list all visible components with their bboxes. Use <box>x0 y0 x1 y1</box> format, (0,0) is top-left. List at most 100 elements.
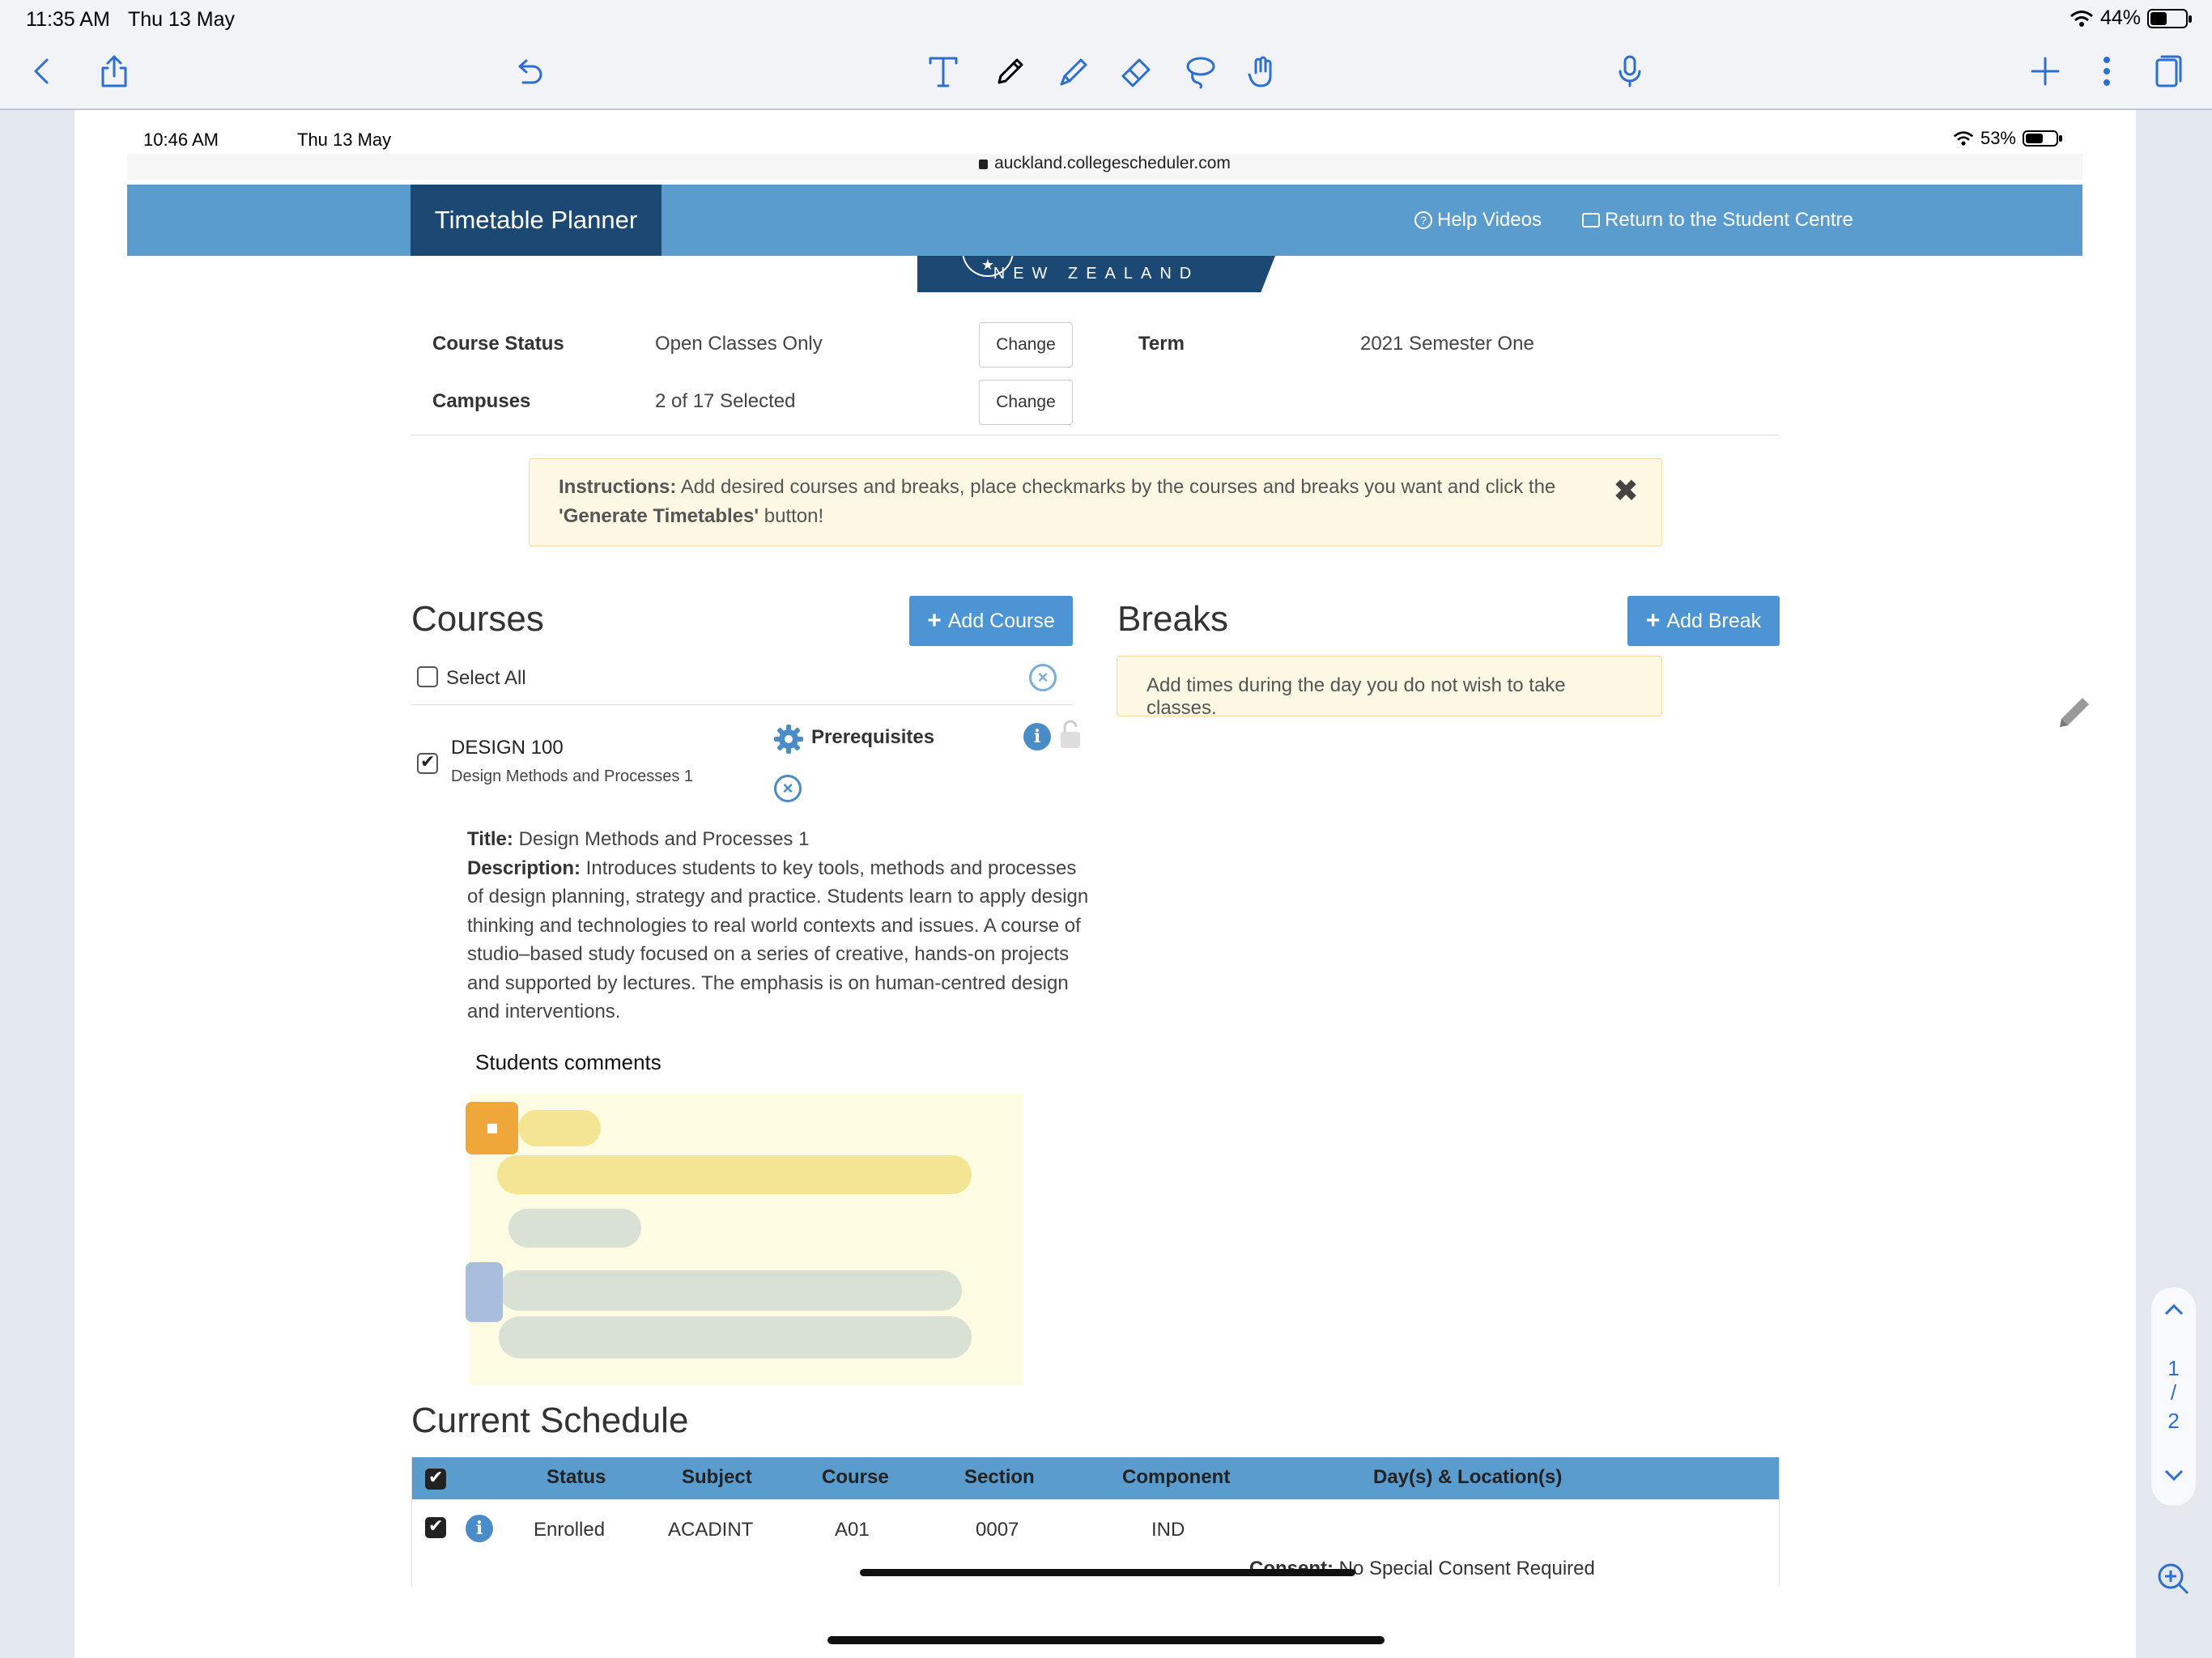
inner-wifi-icon <box>1953 131 1974 146</box>
return-student-centre-link[interactable]: Return to the Student Centre <box>1582 209 1853 232</box>
instructions-quoted: 'Generate Timetables' <box>559 505 759 527</box>
row-course: A01 <box>835 1519 870 1541</box>
chevron-down-icon[interactable] <box>2163 1467 2185 1483</box>
col-component[interactable]: Component <box>1122 1466 1230 1489</box>
courses-heading: Courses <box>411 599 544 639</box>
row-status: Enrolled <box>534 1519 606 1541</box>
undo-icon[interactable] <box>505 49 551 94</box>
highlighter-icon[interactable] <box>1050 49 1095 94</box>
url-text: auckland.collegescheduler.com <box>994 154 1231 172</box>
current-page: 1 <box>2167 1356 2180 1380</box>
prerequisites-link[interactable]: Prerequisites <box>811 726 934 749</box>
remove-course-icon[interactable]: × <box>774 775 802 802</box>
term-value: 2021 Semester One <box>1360 333 1534 355</box>
schedule-table: Status Subject Course Section Component … <box>411 1457 1780 1587</box>
comment-bubble <box>518 1110 601 1146</box>
add-course-label: Add Course <box>947 609 1055 632</box>
inner-home-indicator <box>860 1569 1355 1576</box>
inner-battery-icon <box>2023 130 2062 147</box>
total-pages: 2 <box>2167 1409 2180 1433</box>
col-course[interactable]: Course <box>822 1466 889 1489</box>
course-description: Title: Design Methods and Processes 1 De… <box>467 825 1091 1027</box>
hand-icon[interactable] <box>1240 49 1285 94</box>
add-course-button[interactable]: + Add Course <box>909 596 1073 646</box>
courses-divider <box>411 704 1073 705</box>
instructions-text-end: button! <box>759 505 824 527</box>
inner-status-time: 10:46 AM <box>143 130 219 150</box>
zoom-icon[interactable] <box>2150 1555 2197 1602</box>
comment-bubble <box>508 1209 641 1248</box>
campuses-value: 2 of 17 Selected <box>655 390 796 412</box>
course-status-value: Open Classes Only <box>655 333 823 355</box>
status-time: 11:35 AM <box>26 8 110 31</box>
row-section: 0007 <box>976 1519 1019 1541</box>
more-icon[interactable] <box>2084 49 2129 94</box>
address-bar[interactable]: auckland.collegescheduler.com <box>127 154 2082 180</box>
microphone-icon[interactable] <box>1607 49 1653 94</box>
comment-bubble <box>499 1316 972 1358</box>
add-icon[interactable] <box>2023 49 2068 94</box>
instructions-text: Add desired courses and breaks, place ch… <box>676 476 1556 498</box>
share-icon[interactable] <box>91 49 137 94</box>
col-subject[interactable]: Subject <box>682 1466 752 1489</box>
add-break-button[interactable]: + Add Break <box>1627 596 1780 646</box>
device-status-bar: 11:35 AM Thu 13 May 44% <box>0 0 2212 37</box>
page-navigator: 1 / 2 <box>2151 1287 2196 1506</box>
text-tool-icon[interactable] <box>921 49 966 94</box>
inner-status-bar: 10:46 AM Thu 13 May 53% <box>127 125 2082 154</box>
select-all-checkbox[interactable] <box>417 666 438 687</box>
avatar-mark <box>487 1124 497 1133</box>
status-date: Thu 13 May <box>128 8 236 31</box>
document-page: 10:46 AM Thu 13 May 53% auckland.college… <box>74 110 2136 1658</box>
title-value: Design Methods and Processes 1 <box>513 828 810 850</box>
remove-all-icon[interactable]: × <box>1029 664 1057 691</box>
lasso-icon[interactable] <box>1178 49 1223 94</box>
col-section[interactable]: Section <box>964 1466 1035 1489</box>
battery-percent: 44% <box>2099 6 2141 29</box>
inner-battery-percent: 53% <box>1980 128 2016 148</box>
return-label: Return to the Student Centre <box>1605 209 1853 231</box>
course-info-icon[interactable]: i <box>1023 723 1051 750</box>
title-label: Title: <box>467 828 513 850</box>
instructions-lead: Instructions: <box>559 476 677 498</box>
description-value: Introduces students to key tools, method… <box>467 857 1089 1023</box>
pen-icon[interactable] <box>988 49 1033 94</box>
course-name: Design Methods and Processes 1 <box>451 767 694 785</box>
consent-value: No Special Consent Required <box>1334 1558 1595 1579</box>
pages-icon[interactable] <box>2146 49 2191 94</box>
description-label: Description: <box>467 857 581 879</box>
help-videos-link[interactable]: ? Help Videos <box>1414 209 1542 232</box>
unlock-icon[interactable] <box>1058 719 1083 750</box>
course-status-label: Course Status <box>432 333 564 355</box>
gear-icon[interactable] <box>772 723 805 755</box>
row-component: IND <box>1151 1519 1185 1541</box>
close-icon[interactable]: ✖ <box>1613 476 1639 507</box>
breaks-heading: Breaks <box>1117 599 1228 639</box>
col-status[interactable]: Status <box>547 1466 606 1489</box>
comments-panel <box>466 1094 1023 1385</box>
add-break-label: Add Break <box>1666 609 1762 632</box>
pencil-icon[interactable] <box>2050 687 2099 735</box>
col-days-locations[interactable]: Day(s) & Location(s) <box>1373 1466 1562 1489</box>
chevron-up-icon[interactable] <box>2163 1302 2185 1318</box>
eraser-icon[interactable] <box>1113 49 1159 94</box>
schedule-select-all-checkbox[interactable] <box>425 1467 446 1490</box>
comment-bubble <box>497 1155 972 1194</box>
breaks-note: Add times during the day you do not wish… <box>1117 656 1662 719</box>
page-separator: / <box>2170 1380 2177 1405</box>
enrolled-row-checkbox[interactable] <box>425 1516 446 1538</box>
wifi-icon <box>2069 10 2093 27</box>
plus-icon: + <box>927 607 942 634</box>
course-code: DESIGN 100 <box>451 737 564 759</box>
schedule-heading: Current Schedule <box>411 1401 689 1440</box>
students-comments-label: Students comments <box>475 1050 661 1074</box>
brand-tab[interactable]: Timetable Planner <box>410 185 661 256</box>
change-campuses-button[interactable]: Change <box>979 380 1073 425</box>
change-course-status-button[interactable]: Change <box>979 322 1073 368</box>
avatar <box>466 1262 503 1322</box>
row-info-icon[interactable]: i <box>466 1515 493 1542</box>
university-logo: ★ NEW ZEALAND <box>917 256 1275 292</box>
logo-text: NEW ZEALAND <box>993 265 1200 283</box>
design100-checkbox[interactable] <box>417 751 438 774</box>
back-icon[interactable] <box>19 49 65 94</box>
